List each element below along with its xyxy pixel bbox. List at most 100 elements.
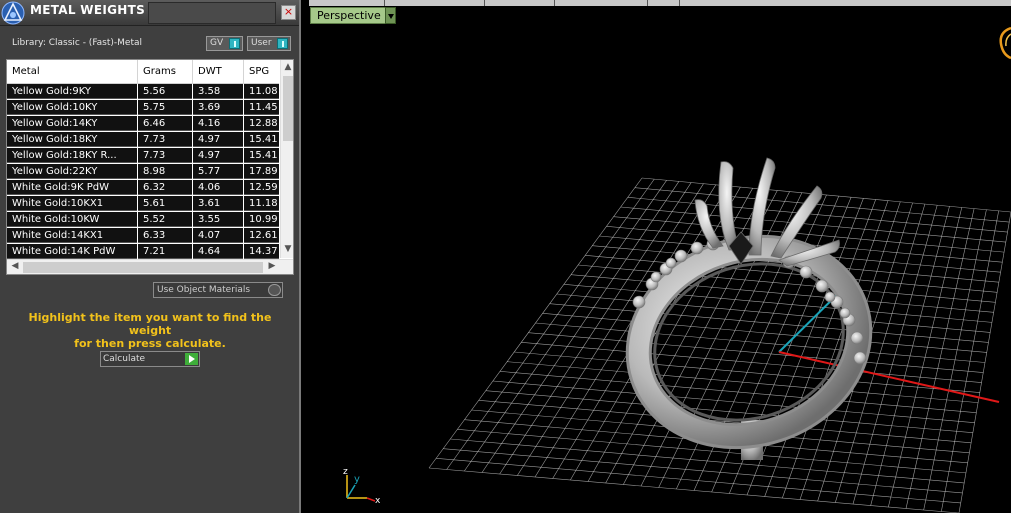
calculate-label: Calculate (103, 354, 146, 364)
table-header: Metal Grams DWT SPG (7, 60, 279, 84)
horizontal-scrollbar[interactable]: ◀ ▶ (7, 259, 293, 274)
metal-weights-panel: METAL WEIGHTS × Library: Classic - (Fast… (0, 0, 301, 513)
perspective-view-dropdown[interactable]: Perspective (310, 7, 396, 24)
panel-title: METAL WEIGHTS (30, 3, 146, 17)
instruction-line-1: Highlight the item you want to find the … (28, 311, 272, 337)
cell-dwt: 4.97 (193, 148, 244, 163)
table-row[interactable]: Yellow Gold:9KY 5.56 3.58 11.08 (7, 84, 279, 99)
cell-grams: 5.56 (138, 84, 193, 99)
cell-spg: 15.41 (249, 150, 278, 161)
table-row[interactable]: Yellow Gold:18KY R... 7.73 4.97 15.41 (7, 148, 279, 163)
ground-grid (428, 177, 1011, 513)
gizmo-y-label: y (354, 474, 360, 485)
cell-metal: Yellow Gold:18KY R... (7, 148, 138, 163)
radio-circle-icon[interactable] (268, 284, 281, 296)
cell-spg: 10.99 (249, 214, 278, 225)
cell-spg: 14.37 (249, 246, 278, 257)
table-row[interactable]: Yellow Gold:10KY 5.75 3.69 11.45 (7, 100, 279, 115)
gv-toggle-label: GV (210, 38, 224, 48)
cell-metal: Yellow Gold:9KY (7, 84, 138, 99)
cell-spg: 17.89 (249, 166, 278, 177)
table-row[interactable]: White Gold:10KW 5.52 3.55 10.99 (7, 212, 279, 227)
table-body: Yellow Gold:9KY 5.56 3.58 11.08 Yellow Gold… (7, 84, 279, 259)
scroll-down-arrow-icon[interactable]: ▼ (281, 244, 293, 254)
cell-dwt: 4.97 (193, 132, 244, 147)
table-row[interactable]: White Gold:14K PdW 7.21 4.64 14.37 (7, 244, 279, 259)
gv-toggle-switch-icon[interactable] (229, 38, 240, 49)
cell-metal: White Gold:9K PdW (7, 180, 138, 195)
cell-dwt: 3.69 (193, 100, 244, 115)
gizmo-z-label: z (343, 467, 348, 477)
cell-grams: 6.32 (138, 180, 193, 195)
user-toggle-label: User (251, 38, 272, 48)
view-mode-label: Perspective (317, 9, 381, 22)
column-header-dwt[interactable]: DWT (193, 60, 244, 84)
instruction-line-2: for then press calculate. (74, 337, 226, 350)
vertical-scrollbar[interactable]: ▲ ▼ (280, 60, 293, 258)
cell-grams: 8.98 (138, 164, 193, 179)
cell-spg: 11.08 (249, 86, 278, 97)
viewport-scene: z y x (343, 26, 1011, 513)
scroll-left-arrow-icon[interactable]: ◀ (8, 261, 22, 271)
cell-grams: 6.46 (138, 116, 193, 131)
cell-grams: 5.61 (138, 196, 193, 211)
cell-metal: Yellow Gold:10KY (7, 100, 138, 115)
panel-header: METAL WEIGHTS × (0, 0, 299, 26)
cell-metal: Yellow Gold:14KY (7, 116, 138, 131)
metal-table: Metal Grams DWT SPG Yellow Gold:9KY 5.56 3… (6, 59, 294, 275)
cell-dwt: 3.61 (193, 196, 244, 211)
partial-gold-object (999, 26, 1011, 60)
scroll-right-arrow-icon[interactable]: ▶ (265, 261, 279, 271)
close-button[interactable]: × (281, 5, 296, 20)
horizontal-scroll-thumb[interactable] (23, 262, 263, 273)
cell-metal: White Gold:10KX1 (7, 196, 138, 211)
cell-dwt: 4.07 (193, 228, 244, 243)
cell-dwt: 4.64 (193, 244, 244, 259)
column-header-spg[interactable]: SPG (244, 60, 279, 84)
cell-grams: 7.73 (138, 148, 193, 163)
use-object-materials-label: Use Object Materials (157, 285, 251, 295)
cell-metal: White Gold:14KX1 (7, 228, 138, 243)
vertical-scroll-thumb[interactable] (283, 76, 293, 141)
scroll-up-arrow-icon[interactable]: ▲ (281, 62, 293, 72)
gv-toggle[interactable]: GV (206, 36, 243, 51)
cell-grams: 7.21 (138, 244, 193, 259)
table-row[interactable]: Yellow Gold:14KY 6.46 4.16 12.88 (7, 116, 279, 131)
cell-spg: 11.45 (249, 102, 278, 113)
play-arrow-icon[interactable] (185, 353, 198, 365)
cell-spg: 12.88 (249, 118, 278, 129)
dropdown-arrow-icon[interactable] (385, 7, 396, 24)
cell-dwt: 3.55 (193, 212, 244, 227)
cell-metal: Yellow Gold:18KY (7, 132, 138, 147)
instruction-text: Highlight the item you want to find the … (10, 311, 290, 350)
cell-metal: Yellow Gold:22KY (7, 164, 138, 179)
cell-spg: 11.18 (249, 198, 278, 209)
cell-grams: 6.33 (138, 228, 193, 243)
axis-gizmo: z y x (343, 467, 381, 506)
x-axis-line (778, 351, 1000, 403)
cell-dwt: 4.16 (193, 116, 244, 131)
column-header-grams[interactable]: Grams (138, 60, 193, 84)
cell-grams: 5.52 (138, 212, 193, 227)
column-header-metal[interactable]: Metal (7, 60, 138, 84)
cell-dwt: 3.58 (193, 84, 244, 99)
table-row[interactable]: White Gold:14KX1 6.33 4.07 12.61 (7, 228, 279, 243)
cell-dwt: 5.77 (193, 164, 244, 179)
library-label: Library: Classic - (Fast)-Metal (12, 38, 143, 48)
calculate-button[interactable]: Calculate (100, 351, 200, 367)
use-object-materials-toggle[interactable]: Use Object Materials (153, 282, 283, 298)
app-logo-icon (1, 1, 25, 25)
cell-spg: 12.61 (249, 230, 278, 241)
cell-metal: White Gold:10KW (7, 212, 138, 227)
cell-grams: 5.75 (138, 100, 193, 115)
cell-spg: 12.59 (249, 182, 278, 193)
cell-spg: 15.41 (249, 134, 278, 145)
table-row[interactable]: Yellow Gold:22KY 8.98 5.77 17.89 (7, 164, 279, 179)
table-row[interactable]: White Gold:10KX1 5.61 3.61 11.18 (7, 196, 279, 211)
user-toggle[interactable]: User (247, 36, 291, 51)
title-bar-spacer (148, 2, 276, 24)
user-toggle-switch-icon[interactable] (277, 38, 288, 49)
cell-dwt: 4.06 (193, 180, 244, 195)
table-row[interactable]: Yellow Gold:18KY 7.73 4.97 15.41 (7, 132, 279, 147)
table-row[interactable]: White Gold:9K PdW 6.32 4.06 12.59 (7, 180, 279, 195)
